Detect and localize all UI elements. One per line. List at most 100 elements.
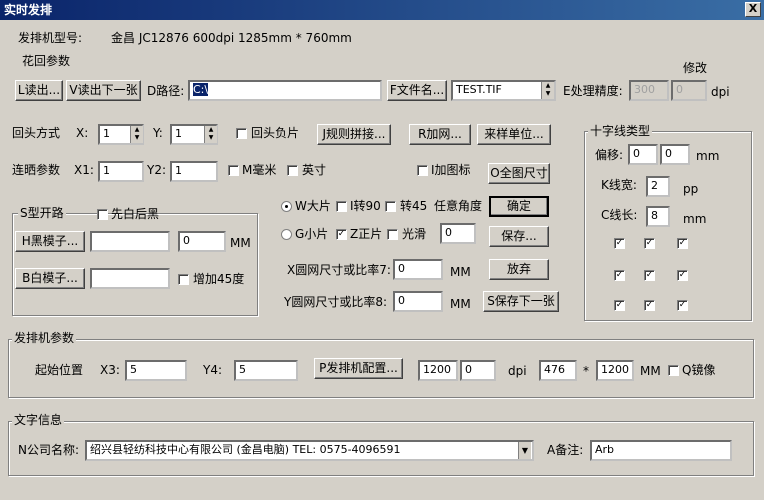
cross-checkbox-1[interactable]: ✓ — [614, 238, 625, 249]
repeat-negative-label: 回头负片 — [251, 126, 300, 140]
rot90-checkbox[interactable] — [336, 201, 347, 212]
cross-checkbox-4[interactable]: ✓ — [614, 270, 625, 281]
small-radio[interactable] — [281, 229, 292, 240]
add-icon-checkbox[interactable] — [417, 165, 428, 176]
imagesetter-config-button[interactable]: P发排机配置... — [314, 358, 403, 379]
y-net-unit: MM — [450, 297, 471, 311]
close-button[interactable]: X — [745, 2, 761, 17]
inch-checkbox[interactable] — [287, 165, 298, 176]
save-next-button[interactable]: S保存下一张 — [483, 291, 559, 312]
kwidth-label: K线宽: — [601, 178, 637, 192]
y2-input[interactable]: 1 — [170, 161, 218, 182]
black-mold-value[interactable]: 0 — [178, 231, 226, 252]
repeat-y-label: Y: — [153, 126, 163, 140]
note-input[interactable]: Arb — [590, 440, 732, 461]
add-net-button[interactable]: R加网... — [409, 124, 471, 145]
large-label: W大片 — [295, 199, 331, 213]
kwidth-input[interactable]: 2 — [646, 176, 670, 197]
machine-value: 金昌 JC12876 600dpi 1285mm * 760mm — [111, 31, 352, 45]
start-position-label: 起始位置 — [35, 363, 84, 377]
white-mold-button[interactable]: B白模子... — [15, 268, 85, 289]
positive-checkbox[interactable]: ✓ — [336, 229, 347, 240]
large-radio[interactable] — [281, 201, 292, 212]
cross-checkbox-5[interactable]: ✓ — [644, 270, 655, 281]
precision-y-input[interactable]: 0 — [671, 80, 707, 101]
rot45-label: 转45 — [400, 199, 428, 213]
width-input[interactable]: 476 — [539, 360, 577, 381]
y4-input[interactable]: 5 — [234, 360, 298, 381]
white-mold-input[interactable] — [90, 268, 170, 289]
offset-x-input[interactable]: 0 — [628, 144, 658, 165]
repeat-label: 回头方式 — [12, 126, 61, 140]
company-dropdown-icon[interactable]: ▼ — [518, 442, 531, 459]
cross-checkbox-9[interactable]: ✓ — [677, 300, 688, 311]
dpi-y-input[interactable]: 0 — [460, 360, 496, 381]
regular-tile-button[interactable]: J规则拼接... — [317, 124, 391, 145]
y4-label: Y4: — [203, 363, 223, 377]
x-net-label: X圆网尺寸或比率7: — [287, 263, 391, 277]
read-next-button[interactable]: V读出下一张 — [66, 80, 141, 101]
window-title: 实时发排 — [4, 3, 53, 17]
save-button[interactable]: 保存... — [489, 226, 549, 247]
cross-checkbox-6[interactable]: ✓ — [677, 270, 688, 281]
height-input[interactable]: 1200 — [596, 360, 634, 381]
filename-spin-icon[interactable]: ▲ ▼ — [541, 82, 554, 99]
x1-input[interactable]: 1 — [98, 161, 144, 182]
imagesetter-mm-unit: MM — [640, 364, 661, 378]
offset-y-input[interactable]: 0 — [660, 144, 690, 165]
confirm-button[interactable]: 确定 — [489, 196, 549, 217]
company-combo[interactable]: 绍兴县轻纺科技中心有限公司 (金昌电脑) TEL: 0575-4096591 — [85, 440, 534, 461]
add45-checkbox[interactable] — [178, 274, 189, 285]
s-type-group — [12, 213, 258, 316]
filename-button[interactable]: F文件名... — [387, 80, 447, 101]
clen-label: C线长: — [601, 208, 638, 222]
cross-checkbox-8[interactable]: ✓ — [644, 300, 655, 311]
x3-label: X3: — [100, 363, 120, 377]
black-mold-button[interactable]: H黑模子... — [15, 231, 85, 252]
y2-label: Y2: — [147, 163, 167, 177]
cross-checkbox-2[interactable]: ✓ — [644, 238, 655, 249]
clen-input[interactable]: 8 — [646, 206, 670, 227]
precision-unit: dpi — [711, 85, 730, 99]
text-info-title: 文字信息 — [12, 413, 65, 427]
rot45-checkbox[interactable] — [385, 201, 396, 212]
dpi-unit: dpi — [508, 364, 527, 378]
smooth-checkbox[interactable] — [387, 229, 398, 240]
x3-input[interactable]: 5 — [125, 360, 187, 381]
x1-label: X1: — [74, 163, 94, 177]
black-mold-input[interactable] — [90, 231, 170, 252]
read-button[interactable]: L读出... — [15, 80, 63, 101]
offset-unit: mm — [696, 149, 720, 163]
rot90-label: I转90 — [350, 199, 381, 213]
angle-input[interactable]: 0 — [440, 223, 476, 244]
repeat-negative-checkbox[interactable] — [236, 128, 247, 139]
cross-checkbox-7[interactable]: ✓ — [614, 300, 625, 311]
cross-checkbox-3[interactable]: ✓ — [677, 238, 688, 249]
smooth-label: 光滑 — [402, 227, 427, 241]
path-input[interactable]: C:\ — [188, 80, 382, 101]
dpi-x-input[interactable]: 1200 — [418, 360, 458, 381]
precision-x-input[interactable]: 300 — [629, 80, 669, 101]
full-size-button[interactable]: O全图尺寸 — [488, 163, 550, 184]
abandon-button[interactable]: 放弃 — [489, 259, 549, 280]
mm-checkbox[interactable] — [228, 165, 239, 176]
angle-label: 任意角度 — [434, 199, 483, 213]
clen-unit: mm — [683, 212, 707, 226]
s-unit-label: MM — [230, 236, 251, 250]
white-first-label: 先白后黑 — [111, 207, 160, 221]
imagesetter-title: 发排机参数 — [12, 331, 77, 345]
modify-label: 修改 — [683, 61, 708, 75]
s-type-title: S型开路 — [18, 206, 66, 220]
mirror-checkbox[interactable] — [668, 365, 679, 376]
y-net-label: Y圆网尺寸或比率8: — [284, 295, 388, 309]
x-net-input[interactable]: 0 — [393, 259, 443, 280]
path-label: D路径: — [147, 84, 185, 98]
repeat-x-spin-icon[interactable]: ▲ ▼ — [130, 126, 143, 143]
pattern-params-label: 花回参数 — [22, 54, 71, 68]
white-first-checkbox[interactable] — [97, 209, 108, 220]
x-net-unit: MM — [450, 265, 471, 279]
y-net-input[interactable]: 0 — [393, 291, 443, 312]
repeat-x-label: X: — [76, 126, 89, 140]
sample-unit-button[interactable]: 来样单位... — [477, 124, 551, 145]
repeat-y-spin-icon[interactable]: ▲ ▼ — [204, 126, 217, 143]
